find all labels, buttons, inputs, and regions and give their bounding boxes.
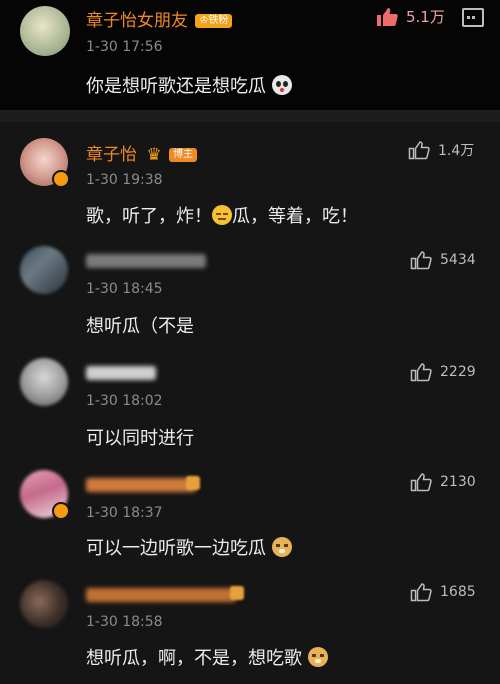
like-count: 2229 bbox=[440, 364, 476, 380]
section-divider bbox=[0, 110, 500, 122]
like-count: 5434 bbox=[440, 252, 476, 268]
doge-emoji-icon bbox=[307, 647, 328, 667]
fan-badge bbox=[230, 586, 244, 600]
thumbs-up-icon bbox=[408, 141, 430, 160]
crown-icon: ♛ bbox=[146, 145, 162, 165]
reply-item: 1-30 18:45 想听瓜（不是 5434 bbox=[0, 234, 500, 346]
like-count: 5.1万 bbox=[406, 8, 445, 26]
reply-item: 1-30 18:02 可以同时进行 2229 bbox=[0, 346, 500, 458]
like-button[interactable]: 1.4万 bbox=[408, 140, 474, 160]
like-button[interactable]: 2130 bbox=[410, 472, 476, 492]
fan-badge: ♔铁粉 bbox=[195, 14, 233, 28]
like-count: 1.4万 bbox=[438, 143, 475, 159]
comment-text: 想听瓜（不是 bbox=[86, 316, 194, 337]
reply-item: 1-30 18:37 可以一边听歌一边吃瓜 2130 bbox=[0, 458, 500, 570]
comment-time: 1-30 18:45 bbox=[86, 281, 163, 297]
verified-badge-icon bbox=[52, 502, 70, 520]
like-button[interactable]: 1685 bbox=[410, 582, 476, 602]
original-comment: 章子怡女朋友 ♔铁粉 1-30 17:56 你是想听歌还是想吃瓜 5.1万 bbox=[0, 0, 500, 110]
avatar[interactable] bbox=[20, 246, 68, 294]
comment-time: 1-30 18:58 bbox=[86, 614, 163, 630]
thumbs-up-icon bbox=[410, 473, 432, 492]
reply-item: 1-30 18:58 想听瓜，啊，不是，想吃歌 1685 bbox=[0, 570, 500, 684]
commenter-name[interactable]: 章子怡 ♛ 博主 bbox=[86, 140, 198, 165]
thumbs-up-icon bbox=[410, 363, 432, 382]
avatar[interactable] bbox=[20, 358, 68, 406]
like-button[interactable]: 5.1万 bbox=[376, 6, 445, 27]
reply-item: 章子怡 ♛ 博主 1-30 19:38 歌，听了，炸！ 瓜，等着，吃！ 1.4万 bbox=[0, 122, 500, 234]
avatar[interactable] bbox=[20, 6, 70, 56]
comment-icon[interactable] bbox=[462, 8, 484, 27]
comment-text: 歌，听了，炸！ 瓜，等着，吃！ bbox=[86, 205, 358, 227]
like-count: 1685 bbox=[440, 584, 476, 600]
like-button[interactable]: 2229 bbox=[410, 362, 476, 382]
like-count: 2130 bbox=[440, 474, 476, 490]
smirk-emoji-icon bbox=[212, 205, 232, 225]
thumbs-up-icon bbox=[410, 583, 432, 602]
commenter-name[interactable] bbox=[86, 478, 196, 492]
fan-badge bbox=[186, 476, 200, 490]
comment-time: 1-30 18:37 bbox=[86, 505, 163, 521]
comment-text: 可以同时进行 bbox=[86, 428, 194, 449]
thumbs-up-icon bbox=[377, 7, 398, 26]
avatar[interactable] bbox=[20, 580, 68, 628]
comment-text: 你是想听歌还是想吃瓜 bbox=[86, 72, 292, 98]
comment-text: 想听瓜，啊，不是，想吃歌 bbox=[86, 644, 328, 670]
comment-time: 1-30 17:56 bbox=[86, 39, 163, 55]
verified-badge-icon bbox=[52, 170, 70, 188]
comment-time: 1-30 19:38 bbox=[86, 172, 163, 188]
commenter-name[interactable] bbox=[86, 366, 156, 380]
doge-emoji-icon bbox=[271, 537, 292, 557]
panda-emoji-icon bbox=[271, 75, 292, 95]
like-button[interactable]: 5434 bbox=[410, 250, 476, 270]
comment-time: 1-30 18:02 bbox=[86, 393, 163, 409]
comment-text: 可以一边听歌一边吃瓜 bbox=[86, 534, 292, 560]
thumbs-up-icon bbox=[410, 251, 432, 270]
commenter-name[interactable] bbox=[86, 588, 236, 602]
commenter-name[interactable] bbox=[86, 254, 206, 268]
blogger-badge: 博主 bbox=[169, 148, 198, 162]
commenter-name[interactable]: 章子怡女朋友 ♔铁粉 bbox=[86, 6, 233, 31]
